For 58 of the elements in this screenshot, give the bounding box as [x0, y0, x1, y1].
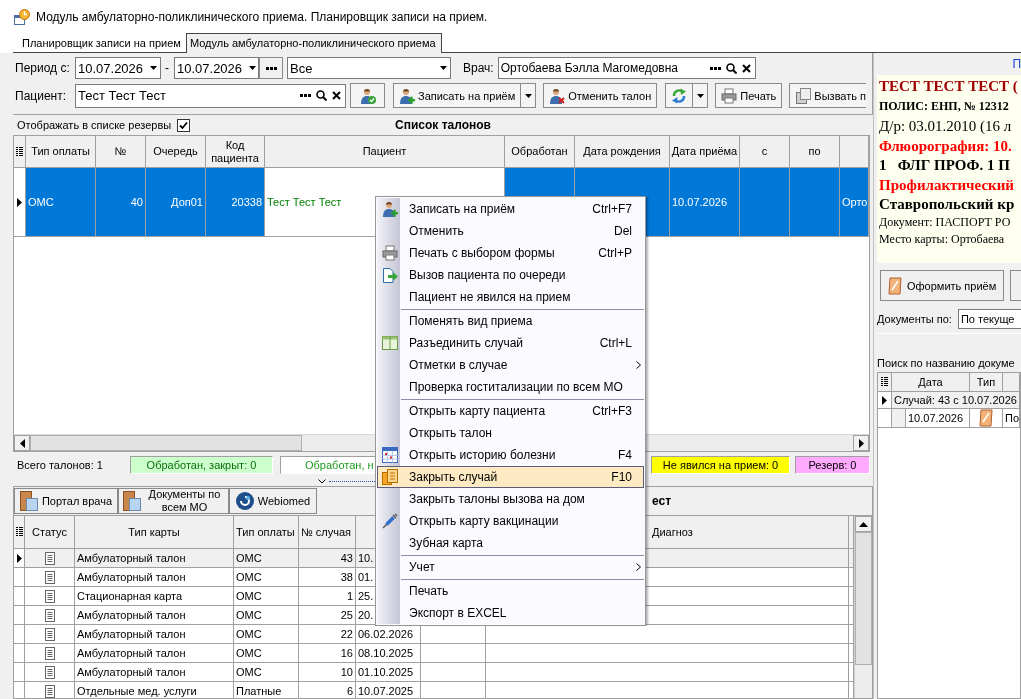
- table-cell: ОМС: [26, 168, 96, 237]
- summary-line: Профилактический: [879, 176, 1015, 195]
- table-cell: Амбулаторный талон: [75, 625, 234, 644]
- summary-line: Флюорография: 10.: [879, 137, 1013, 156]
- table-cell: ОМС: [234, 625, 299, 644]
- documents-label: Документы по:: [877, 313, 952, 325]
- status-counter: Обработан, закрыт: 0: [130, 456, 273, 474]
- summary-line: ТЕСТ ТЕСТ ТЕСТ (: [879, 77, 1019, 96]
- panel-title: ест: [652, 494, 672, 508]
- status-counter: Не явился на прием: 0: [651, 456, 790, 474]
- window-title: Модуль амбулаторно-поликлинического приема. Планировщик записи на прием.: [36, 9, 488, 24]
- list-title: Список талонов: [395, 118, 491, 132]
- summary-line: ПОЛИС: ЕНП, № 12312: [879, 98, 1010, 115]
- table-cell: Амбулаторный талон: [75, 663, 234, 682]
- table-cell: 6: [299, 682, 356, 698]
- table-cell: ОМС: [234, 587, 299, 606]
- table-cell: ОМС: [234, 606, 299, 625]
- table-cell: 25: [299, 606, 356, 625]
- table-cell: 01.10.2025: [356, 663, 421, 682]
- table-cell: Платные: [234, 682, 299, 698]
- reserves-label: Отображать в списке резервы: [17, 119, 172, 131]
- table-cell: Амбулаторный талон: [75, 644, 234, 663]
- summary-line: Ставропольский кр: [879, 195, 1016, 214]
- table-cell: 22: [299, 625, 356, 644]
- table-cell: ОМС: [234, 549, 299, 568]
- table-cell: ОМС: [234, 663, 299, 682]
- table-cell: ОМС: [234, 568, 299, 587]
- table-cell: 10.07.2026: [670, 168, 740, 237]
- tickets-total: Всего талонов: 1: [16, 459, 104, 471]
- table-cell: 08.10.2025: [356, 644, 421, 663]
- period-label: Период с:: [14, 61, 71, 75]
- table-cell: Амбулаторный талон: [75, 568, 234, 587]
- table-cell: Стационарная карта: [75, 587, 234, 606]
- summary-line: Д/р: 03.01.2010 (16 л: [879, 117, 1013, 136]
- table-cell: 16: [299, 644, 356, 663]
- table-cell: Отдельные мед. услуги: [75, 682, 234, 698]
- table-cell: Орто: [840, 168, 869, 237]
- table-cell: 38: [299, 568, 356, 587]
- table-cell: 40: [96, 168, 146, 237]
- table-cell: ОМС: [234, 644, 299, 663]
- status-counter: Резерв: 0: [795, 456, 870, 474]
- table-cell: 1: [299, 587, 356, 606]
- table-cell: 10: [299, 663, 356, 682]
- summary-line: 1 ФЛГ ПРОФ. 1 П: [879, 156, 1011, 175]
- table-cell: Доп01: [146, 168, 206, 237]
- panel-heading: П: [1012, 57, 1021, 71]
- summary-line: Документ: ПАСПОРТ РО: [879, 214, 1012, 231]
- doctor-label: Врач:: [463, 61, 494, 75]
- table-cell: 10.07.2025: [356, 682, 421, 698]
- summary-line: Место карты: Ортобаева: [879, 231, 1006, 248]
- search-label: Поиск по названию докуме: [877, 357, 1015, 369]
- range-dash: -: [165, 61, 169, 75]
- table-cell: По: [1003, 409, 1020, 428]
- table-cell: Амбулаторный талон: [75, 606, 234, 625]
- patient-label: Пациент:: [14, 88, 67, 103]
- table-cell: Амбулаторный талон: [75, 549, 234, 568]
- table-cell: 43: [299, 549, 356, 568]
- table-cell: 10.07.2026: [906, 409, 970, 428]
